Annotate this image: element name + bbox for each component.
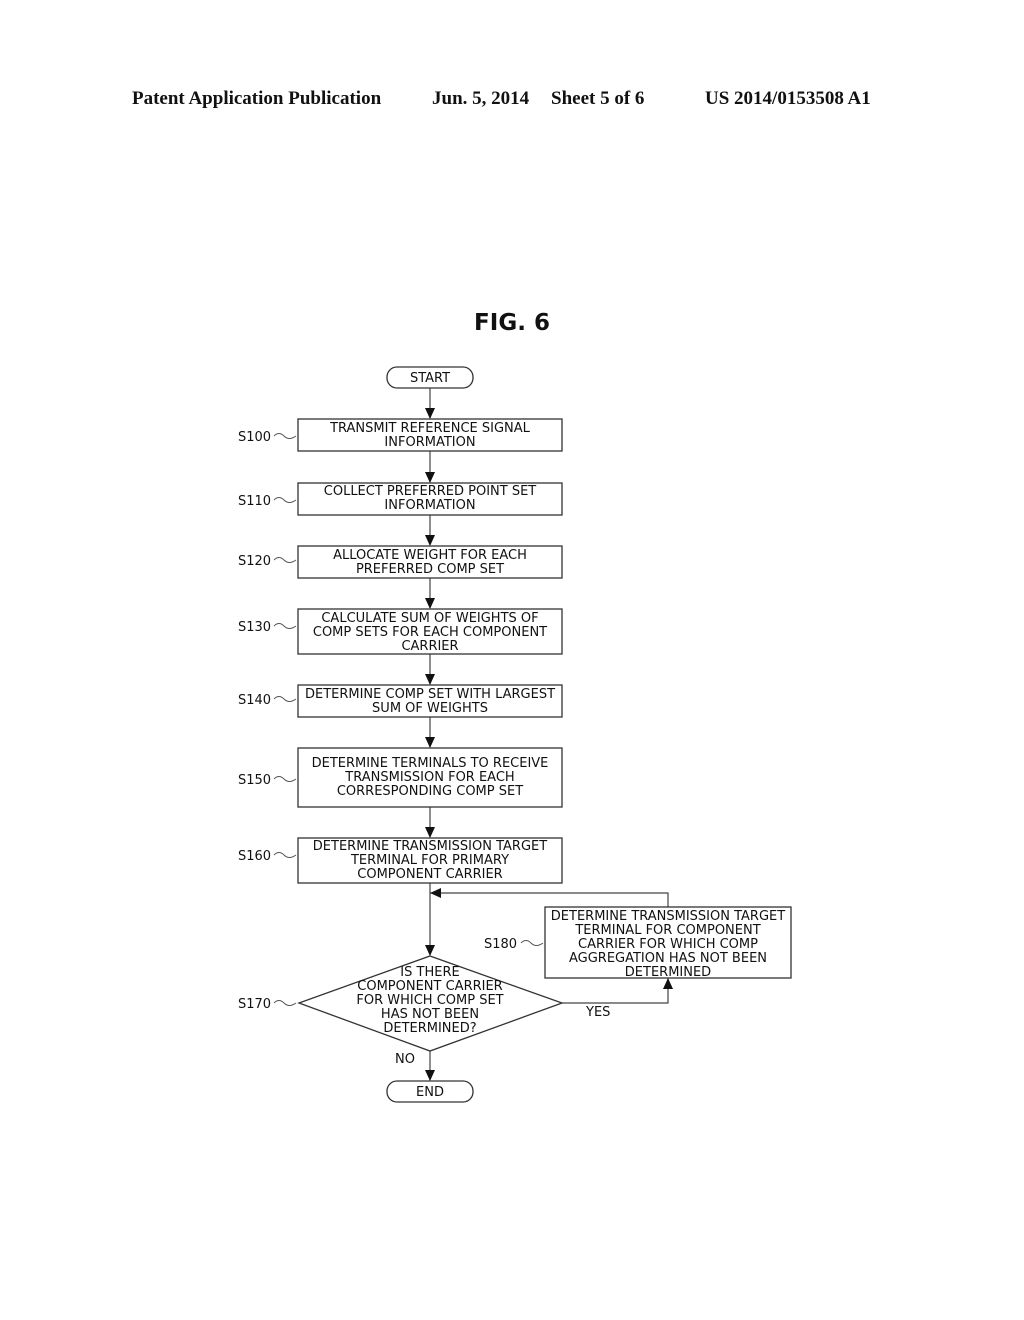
- step-s130: CALCULATE SUM OF WEIGHTS OF COMP SETS FO…: [238, 608, 563, 655]
- decision-text-line: HAS NOT BEEN: [381, 1007, 479, 1022]
- step-text-line: DETERMINE COMP SET WITH LARGEST: [305, 687, 555, 702]
- leader-squiggle-icon: [520, 940, 544, 946]
- end-terminal: END: [386, 1080, 474, 1103]
- step-text-line: TRANSMISSION FOR EACH: [344, 770, 514, 785]
- step-s180: DETERMINE TRANSMISSION TARGET TERMINAL F…: [484, 906, 792, 980]
- decision-text-line: IS THERE: [400, 965, 459, 980]
- step-text-line: CARRIER FOR WHICH COMP: [578, 937, 758, 952]
- step-text-line: AGGREGATION HAS NOT BEEN: [569, 951, 767, 966]
- leader-squiggle-icon: [273, 696, 297, 702]
- step-text-line: CARRIER: [401, 639, 458, 654]
- step-id-label: S100: [238, 430, 271, 445]
- step-text-line: COLLECT PREFERRED POINT SET: [324, 484, 537, 499]
- step-text-line: INFORMATION: [384, 498, 475, 513]
- step-text-line: TRANSMIT REFERENCE SIGNAL: [329, 421, 531, 436]
- leader-squiggle-icon: [273, 433, 297, 439]
- flowchart: START TRANSMIT REFERENCE SIGNAL INFORMAT…: [238, 366, 792, 1103]
- arrow-head: [425, 945, 435, 956]
- step-s110: COLLECT PREFERRED POINT SET INFORMATION …: [238, 482, 563, 516]
- step-text-line: SUM OF WEIGHTS: [372, 701, 488, 716]
- arrow-head: [425, 535, 435, 546]
- step-s160: DETERMINE TRANSMISSION TARGET TERMINAL F…: [238, 837, 563, 884]
- step-text-line: COMPONENT CARRIER: [357, 867, 502, 882]
- arrow-head: [425, 827, 435, 838]
- yes-label: YES: [585, 1005, 610, 1020]
- step-s120: ALLOCATE WEIGHT FOR EACH PREFERRED COMP …: [238, 545, 563, 579]
- step-text-line: COMP SETS FOR EACH COMPONENT: [313, 625, 547, 640]
- end-label: END: [416, 1085, 444, 1100]
- leader-squiggle-icon: [273, 776, 297, 782]
- arrow-head: [430, 888, 441, 898]
- arrow-head: [425, 472, 435, 483]
- step-id-label: S110: [238, 494, 271, 509]
- step-text-line: TERMINAL FOR PRIMARY: [350, 853, 509, 868]
- step-text-line: INFORMATION: [384, 435, 475, 450]
- step-s140: DETERMINE COMP SET WITH LARGEST SUM OF W…: [238, 684, 563, 718]
- step-id-label: S180: [484, 937, 517, 952]
- connector-yes-s180: [562, 978, 669, 1004]
- step-id-label: S130: [238, 620, 271, 635]
- step-text-line: DETERMINE TERMINALS TO RECEIVE: [312, 756, 549, 771]
- step-text-line: DETERMINE TRANSMISSION TARGET: [313, 839, 547, 854]
- step-id-label: S170: [238, 997, 271, 1012]
- no-label: NO: [395, 1052, 415, 1067]
- leader-squiggle-icon: [273, 623, 297, 629]
- step-id-label: S140: [238, 693, 271, 708]
- arrow-head: [425, 737, 435, 748]
- step-id-label: S120: [238, 554, 271, 569]
- step-text-line: ALLOCATE WEIGHT FOR EACH: [333, 548, 527, 563]
- step-text-line: CALCULATE SUM OF WEIGHTS OF: [321, 611, 538, 626]
- leader-squiggle-icon: [273, 557, 297, 563]
- arrow-head: [425, 1070, 435, 1081]
- step-text-line: PREFERRED COMP SET: [356, 562, 504, 577]
- arrow-head: [425, 408, 435, 419]
- step-text-line: DETERMINE TRANSMISSION TARGET: [551, 909, 785, 924]
- start-label: START: [410, 371, 450, 386]
- decision-text-line: COMPONENT CARRIER: [357, 979, 502, 994]
- leader-squiggle-icon: [273, 497, 297, 503]
- step-id-label: S160: [238, 849, 271, 864]
- connector-loop-back: [430, 892, 669, 907]
- arrow-head: [425, 598, 435, 609]
- arrow-head: [425, 674, 435, 685]
- step-s100: TRANSMIT REFERENCE SIGNAL INFORMATION S1…: [238, 418, 563, 452]
- step-text-line: DETERMINED: [625, 965, 711, 980]
- decision-text-line: DETERMINED?: [383, 1021, 476, 1036]
- step-id-label: S150: [238, 773, 271, 788]
- step-s150: DETERMINE TERMINALS TO RECEIVE TRANSMISS…: [238, 747, 563, 808]
- start-terminal: START: [386, 366, 474, 389]
- decision-text-line: FOR WHICH COMP SET: [356, 993, 503, 1008]
- leader-squiggle-icon: [273, 1000, 297, 1006]
- step-text-line: CORRESPONDING COMP SET: [337, 784, 523, 799]
- leader-squiggle-icon: [273, 852, 297, 858]
- step-text-line: TERMINAL FOR COMPONENT: [574, 923, 760, 938]
